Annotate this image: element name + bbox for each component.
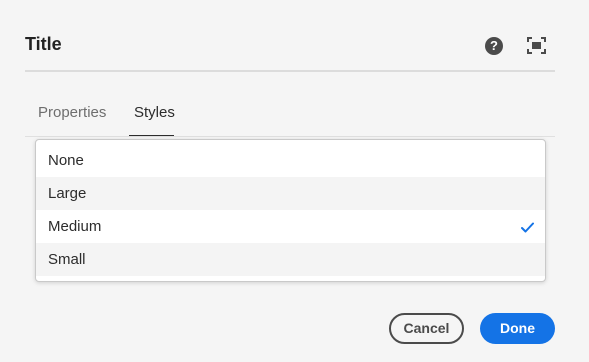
header-divider	[25, 70, 555, 72]
option-label: None	[48, 152, 84, 169]
fullscreen-icon[interactable]	[527, 37, 546, 54]
option-large[interactable]: Large	[36, 177, 545, 210]
styles-dropdown-menu: None Large Medium Small	[35, 139, 546, 282]
cancel-button[interactable]: Cancel	[389, 313, 464, 344]
dialog-title: Title	[25, 34, 62, 54]
option-label: Small	[48, 251, 86, 268]
dialog-header: Title ?	[0, 0, 589, 72]
checkmark-icon	[521, 220, 534, 233]
option-label: Large	[48, 185, 87, 202]
option-none[interactable]: None	[36, 144, 545, 177]
tab-properties[interactable]: Properties	[38, 104, 106, 121]
option-label: Medium	[48, 218, 102, 235]
option-small[interactable]: Small	[36, 243, 545, 276]
option-medium[interactable]: Medium	[36, 210, 545, 243]
help-icon[interactable]: ?	[485, 37, 503, 55]
tab-styles[interactable]: Styles	[134, 104, 175, 121]
tabs-divider	[25, 136, 555, 137]
done-button[interactable]: Done	[480, 313, 555, 344]
tab-bar: Properties Styles	[25, 92, 555, 138]
